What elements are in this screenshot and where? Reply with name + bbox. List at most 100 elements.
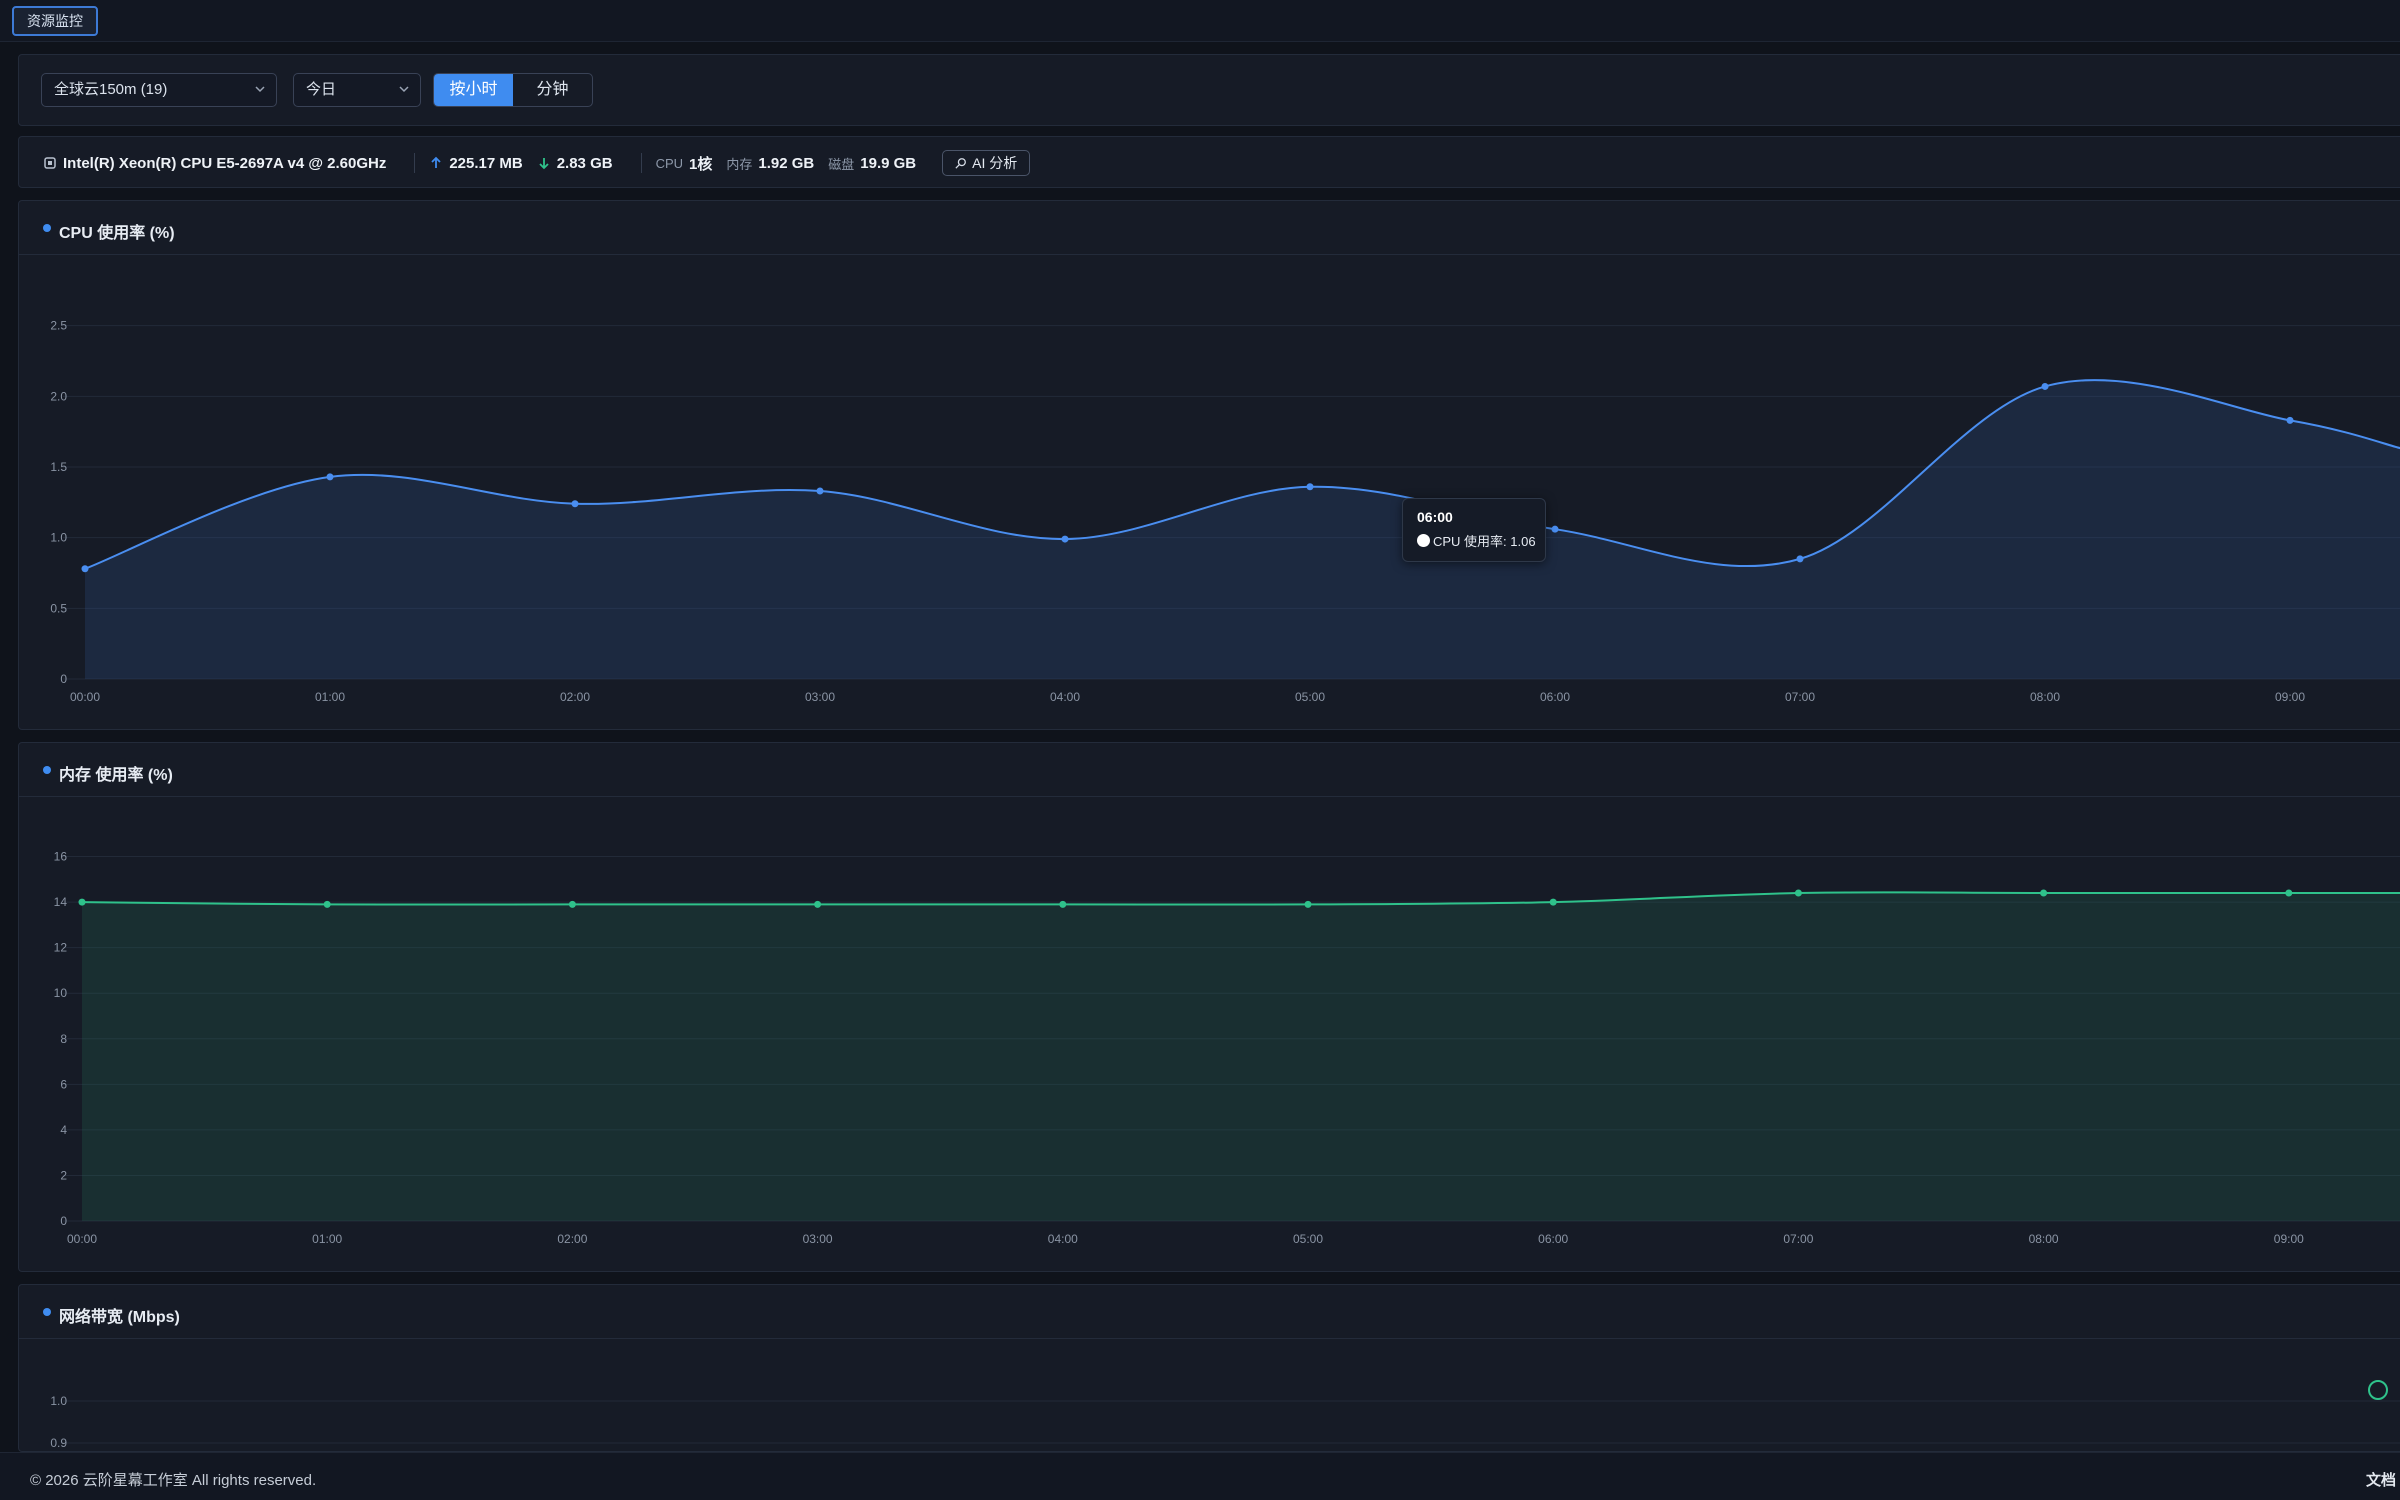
- x-tick-label: 06:00: [1540, 690, 1570, 704]
- x-tick-label: 01:00: [315, 690, 345, 704]
- tooltip-time: 06:00: [1417, 509, 1453, 525]
- server-info-panel: Intel(R) Xeon(R) CPU E5-2697A v4 @ 2.60G…: [18, 136, 2400, 188]
- x-tick-label: 00:00: [70, 690, 100, 704]
- y-tick-label: 2: [60, 1168, 67, 1182]
- y-tick-label: 0.5: [50, 601, 67, 615]
- granularity-toggle: 按小时 分钟: [433, 73, 593, 107]
- tooltip-series-dot-icon: [1417, 534, 1430, 547]
- x-tick-label: 05:00: [1295, 690, 1325, 704]
- y-tick-label: 6: [60, 1077, 67, 1091]
- memory-chart-panel: 内存 使用率 (%) 0 2 4 6 8 10 12 14 16 00:00 01:00 02:00 0…: [18, 742, 2400, 1272]
- chart-dot-icon: [43, 224, 51, 232]
- x-tick-label: 02:00: [560, 690, 590, 704]
- network-chart-panel: 网络带宽 (Mbps) 0.9 1.0: [18, 1284, 2400, 1452]
- legend-marker-icon[interactable]: [2368, 1380, 2388, 1400]
- memory-usage-chart[interactable]: 0 2 4 6 8 10 12 14 16 00:00 01:00 02:00 03:00 04:00 05…: [19, 797, 2400, 1273]
- chart-dot-icon: [43, 1308, 51, 1316]
- x-tick-label: 08:00: [2029, 1232, 2059, 1246]
- data-point: [1549, 898, 1557, 906]
- divider: [414, 153, 416, 173]
- data-point: [1796, 555, 1804, 563]
- arrow-up-icon: [431, 156, 441, 168]
- y-tick-label: 0.9: [50, 1436, 67, 1450]
- y-tick-label: 4: [60, 1123, 67, 1137]
- cpu-model: Intel(R) Xeon(R) CPU E5-2697A v4 @ 2.60G…: [63, 154, 387, 172]
- tooltip-value: CPU 使用率: 1.06: [1433, 534, 1536, 549]
- y-tick-label: 2.5: [50, 319, 67, 333]
- data-point: [1551, 525, 1559, 533]
- docs-link[interactable]: 文档: [2366, 1469, 2396, 1490]
- chevron-down-icon: [255, 86, 265, 93]
- x-tick-label: 01:00: [312, 1232, 342, 1246]
- y-tick-label: 0: [60, 672, 67, 686]
- cpu-label: CPU: [655, 155, 684, 171]
- y-tick-label: 16: [54, 850, 68, 864]
- filter-panel: 全球云150m (19) 今日 按小时 分钟: [18, 54, 2400, 126]
- y-tick-label: 2.0: [50, 389, 67, 403]
- granularity-hour-button[interactable]: 按小时: [434, 74, 513, 106]
- cpu-usage-chart[interactable]: 0 0.5 1.0 1.5 2.0 2.5 00:00 01:00 02:00 03:00 04:0…: [19, 255, 2400, 731]
- x-tick-label: 02:00: [557, 1232, 587, 1246]
- data-point: [1304, 900, 1312, 908]
- x-tick-label: 08:00: [2030, 690, 2060, 704]
- x-tick-label: 00:00: [67, 1232, 97, 1246]
- y-tick-label: 0: [60, 1214, 67, 1228]
- chart-header: 网络带宽 (Mbps): [19, 1285, 2400, 1339]
- arrow-down-icon: [539, 158, 549, 170]
- data-point: [571, 500, 579, 508]
- chart-header: 内存 使用率 (%): [19, 743, 2400, 797]
- chart-dot-icon: [43, 766, 51, 774]
- data-point: [568, 900, 576, 908]
- upload-traffic: 225.17 MB: [449, 154, 523, 172]
- series-area: [85, 380, 2400, 679]
- data-point: [78, 898, 86, 906]
- data-point: [2041, 382, 2049, 390]
- y-tick-label: 8: [60, 1032, 67, 1046]
- range-select[interactable]: 今日: [293, 73, 421, 107]
- copyright-text: © 2026 云阶星幕工作室 All rights reserved.: [30, 1472, 317, 1489]
- data-point: [1059, 900, 1067, 908]
- data-point: [816, 487, 824, 495]
- data-point: [326, 473, 334, 481]
- series-area: [82, 892, 2400, 1221]
- data-point: [1061, 535, 1069, 543]
- cpu-cores: 1核: [689, 155, 713, 173]
- data-point: [323, 900, 331, 908]
- server-select[interactable]: 全球云150m (19): [41, 73, 277, 107]
- x-tick-label: 04:00: [1048, 1232, 1078, 1246]
- memory-label: 内存: [726, 156, 753, 172]
- ai-analysis-label: AI 分析: [972, 155, 1018, 171]
- x-tick-label: 06:00: [1538, 1232, 1568, 1246]
- footer: © 2026 云阶星幕工作室 All rights reserved. 文档: [0, 1452, 2400, 1500]
- disk-label: 磁盘: [828, 156, 855, 172]
- data-point: [2285, 889, 2293, 897]
- data-point: [81, 565, 89, 573]
- data-point: [814, 900, 822, 908]
- y-tick-label: 1.0: [50, 531, 67, 545]
- top-bar: 资源监控: [0, 0, 2400, 42]
- download-traffic: 2.83 GB: [556, 154, 613, 172]
- y-tick-label: 1.0: [50, 1394, 67, 1408]
- chevron-down-icon: [399, 86, 409, 93]
- chart-title: CPU 使用率 (%): [59, 225, 175, 242]
- x-tick-label: 09:00: [2274, 1232, 2304, 1246]
- x-tick-label: 03:00: [803, 1232, 833, 1246]
- range-select-value: 今日: [306, 81, 337, 98]
- x-tick-label: 07:00: [1783, 1232, 1813, 1246]
- ai-analysis-button[interactable]: AI 分析: [942, 150, 1031, 176]
- y-tick-label: 10: [54, 986, 68, 1000]
- granularity-minute-button[interactable]: 分钟: [513, 74, 592, 106]
- search-icon: [955, 158, 967, 169]
- y-tick-label: 12: [54, 941, 68, 955]
- tab-resource-monitor[interactable]: 资源监控: [12, 6, 98, 36]
- chart-header: CPU 使用率 (%): [19, 201, 2400, 255]
- x-tick-label: 05:00: [1293, 1232, 1323, 1246]
- network-bandwidth-chart[interactable]: 0.9 1.0: [19, 1339, 2400, 1453]
- server-select-value: 全球云150m (19): [54, 81, 168, 98]
- cpu-chart-panel: CPU 使用率 (%) 0 0.5 1.0 1.5 2.0 2.5 00:00 01:00 02…: [18, 200, 2400, 730]
- disk-total: 19.9 GB: [860, 154, 917, 172]
- x-tick-label: 04:00: [1050, 690, 1080, 704]
- data-point: [1306, 483, 1314, 491]
- y-tick-label: 14: [54, 895, 68, 909]
- x-tick-label: 07:00: [1785, 690, 1815, 704]
